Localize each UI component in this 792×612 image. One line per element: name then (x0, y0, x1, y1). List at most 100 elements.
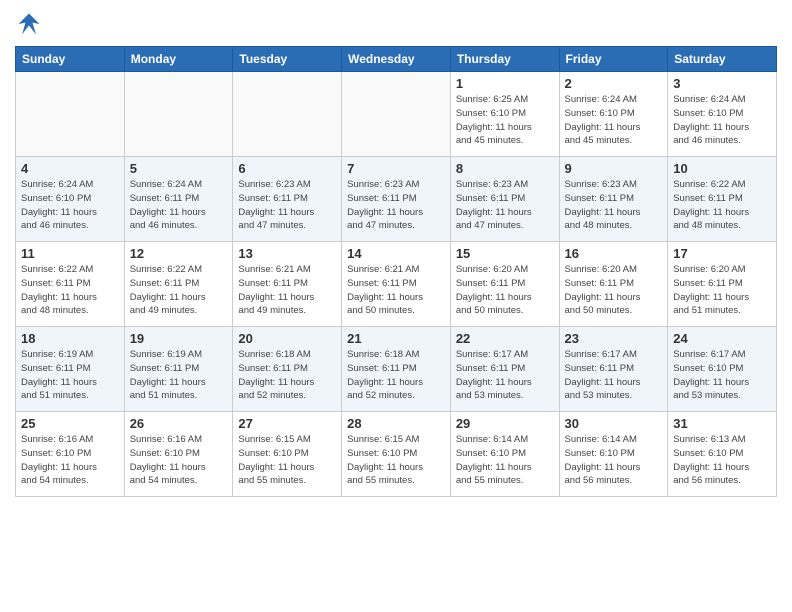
day-info: Sunrise: 6:25 AMSunset: 6:10 PMDaylight:… (456, 93, 554, 148)
day-info: Sunrise: 6:13 AMSunset: 6:10 PMDaylight:… (673, 433, 771, 488)
day-info: Sunrise: 6:14 AMSunset: 6:10 PMDaylight:… (565, 433, 663, 488)
day-number: 12 (130, 246, 228, 261)
day-number: 25 (21, 416, 119, 431)
calendar-day-cell: 10 Sunrise: 6:22 AMSunset: 6:11 PMDayligh… (668, 157, 777, 242)
calendar-day-cell: 30 Sunrise: 6:14 AMSunset: 6:10 PMDayligh… (559, 412, 668, 497)
calendar-day-cell: 17 Sunrise: 6:20 AMSunset: 6:11 PMDayligh… (668, 242, 777, 327)
day-number: 15 (456, 246, 554, 261)
day-number: 9 (565, 161, 663, 176)
day-number: 29 (456, 416, 554, 431)
day-number: 31 (673, 416, 771, 431)
day-info: Sunrise: 6:20 AMSunset: 6:11 PMDaylight:… (673, 263, 771, 318)
calendar-day-cell: 18 Sunrise: 6:19 AMSunset: 6:11 PMDayligh… (16, 327, 125, 412)
logo (15, 10, 47, 38)
calendar-day-cell: 21 Sunrise: 6:18 AMSunset: 6:11 PMDayligh… (342, 327, 451, 412)
day-number: 20 (238, 331, 336, 346)
day-info: Sunrise: 6:19 AMSunset: 6:11 PMDaylight:… (130, 348, 228, 403)
calendar-day-cell: 20 Sunrise: 6:18 AMSunset: 6:11 PMDayligh… (233, 327, 342, 412)
day-info: Sunrise: 6:18 AMSunset: 6:11 PMDaylight:… (238, 348, 336, 403)
day-number: 27 (238, 416, 336, 431)
day-info: Sunrise: 6:17 AMSunset: 6:10 PMDaylight:… (673, 348, 771, 403)
calendar-week-row: 11Sunrise: 6:22 AMSunset: 6:11 PMDayligh… (16, 242, 777, 327)
calendar-day-cell: 5Sunrise: 6:24 AMSunset: 6:11 PMDaylight… (124, 157, 233, 242)
weekday-header-saturday: Saturday (668, 47, 777, 72)
day-number: 26 (130, 416, 228, 431)
calendar-day-cell: 26 Sunrise: 6:16 AMSunset: 6:10 PMDayligh… (124, 412, 233, 497)
calendar-week-row: 4Sunrise: 6:24 AMSunset: 6:10 PMDaylight… (16, 157, 777, 242)
calendar-day-cell: 7Sunrise: 6:23 AMSunset: 6:11 PMDaylight… (342, 157, 451, 242)
day-info: Sunrise: 6:24 AMSunset: 6:11 PMDaylight:… (130, 178, 228, 233)
day-number: 8 (456, 161, 554, 176)
calendar-day-cell: 11Sunrise: 6:22 AMSunset: 6:11 PMDayligh… (16, 242, 125, 327)
day-number: 23 (565, 331, 663, 346)
calendar-week-row: 25 Sunrise: 6:16 AMSunset: 6:10 PMDayligh… (16, 412, 777, 497)
calendar-day-cell (342, 72, 451, 157)
day-info: Sunrise: 6:22 AMSunset: 6:11 PMDaylight:… (21, 263, 119, 318)
calendar-day-cell (124, 72, 233, 157)
weekday-header-sunday: Sunday (16, 47, 125, 72)
calendar-day-cell (16, 72, 125, 157)
calendar-week-row: 1 Sunrise: 6:25 AMSunset: 6:10 PMDaylight… (16, 72, 777, 157)
calendar-day-cell: 31 Sunrise: 6:13 AMSunset: 6:10 PMDayligh… (668, 412, 777, 497)
calendar-day-cell: 9 Sunrise: 6:23 AMSunset: 6:11 PMDaylight… (559, 157, 668, 242)
day-info: Sunrise: 6:19 AMSunset: 6:11 PMDaylight:… (21, 348, 119, 403)
calendar-day-cell: 12 Sunrise: 6:22 AMSunset: 6:11 PMDayligh… (124, 242, 233, 327)
day-number: 18 (21, 331, 119, 346)
day-info: Sunrise: 6:15 AMSunset: 6:10 PMDaylight:… (347, 433, 445, 488)
day-info: Sunrise: 6:22 AMSunset: 6:11 PMDaylight:… (673, 178, 771, 233)
day-number: 21 (347, 331, 445, 346)
calendar-day-cell: 24 Sunrise: 6:17 AMSunset: 6:10 PMDayligh… (668, 327, 777, 412)
calendar-day-cell: 8 Sunrise: 6:23 AMSunset: 6:11 PMDaylight… (450, 157, 559, 242)
day-info: Sunrise: 6:17 AMSunset: 6:11 PMDaylight:… (456, 348, 554, 403)
weekday-header-monday: Monday (124, 47, 233, 72)
calendar-day-cell: 25 Sunrise: 6:16 AMSunset: 6:10 PMDayligh… (16, 412, 125, 497)
calendar-day-cell: 2Sunrise: 6:24 AMSunset: 6:10 PMDaylight… (559, 72, 668, 157)
calendar-day-cell: 1 Sunrise: 6:25 AMSunset: 6:10 PMDaylight… (450, 72, 559, 157)
page: SundayMondayTuesdayWednesdayThursdayFrid… (0, 0, 792, 612)
calendar-day-cell: 14Sunrise: 6:21 AMSunset: 6:11 PMDayligh… (342, 242, 451, 327)
calendar-header: SundayMondayTuesdayWednesdayThursdayFrid… (16, 47, 777, 72)
day-info: Sunrise: 6:24 AMSunset: 6:10 PMDaylight:… (673, 93, 771, 148)
day-number: 30 (565, 416, 663, 431)
day-number: 3 (673, 76, 771, 91)
weekday-header-tuesday: Tuesday (233, 47, 342, 72)
day-number: 6 (238, 161, 336, 176)
day-number: 1 (456, 76, 554, 91)
day-info: Sunrise: 6:18 AMSunset: 6:11 PMDaylight:… (347, 348, 445, 403)
weekday-header-wednesday: Wednesday (342, 47, 451, 72)
calendar-day-cell: 19 Sunrise: 6:19 AMSunset: 6:11 PMDayligh… (124, 327, 233, 412)
day-number: 16 (565, 246, 663, 261)
day-number: 24 (673, 331, 771, 346)
day-number: 4 (21, 161, 119, 176)
weekday-header-friday: Friday (559, 47, 668, 72)
day-info: Sunrise: 6:16 AMSunset: 6:10 PMDaylight:… (21, 433, 119, 488)
day-number: 10 (673, 161, 771, 176)
calendar-day-cell: 28Sunrise: 6:15 AMSunset: 6:10 PMDayligh… (342, 412, 451, 497)
calendar-week-row: 18 Sunrise: 6:19 AMSunset: 6:11 PMDayligh… (16, 327, 777, 412)
day-info: Sunrise: 6:24 AMSunset: 6:10 PMDaylight:… (565, 93, 663, 148)
weekday-header-thursday: Thursday (450, 47, 559, 72)
calendar-day-cell: 29Sunrise: 6:14 AMSunset: 6:10 PMDayligh… (450, 412, 559, 497)
day-info: Sunrise: 6:20 AMSunset: 6:11 PMDaylight:… (456, 263, 554, 318)
weekday-header-row: SundayMondayTuesdayWednesdayThursdayFrid… (16, 47, 777, 72)
day-number: 22 (456, 331, 554, 346)
calendar-day-cell (233, 72, 342, 157)
day-info: Sunrise: 6:16 AMSunset: 6:10 PMDaylight:… (130, 433, 228, 488)
day-number: 17 (673, 246, 771, 261)
calendar-day-cell: 27 Sunrise: 6:15 AMSunset: 6:10 PMDayligh… (233, 412, 342, 497)
calendar-day-cell: 23Sunrise: 6:17 AMSunset: 6:11 PMDayligh… (559, 327, 668, 412)
day-number: 13 (238, 246, 336, 261)
calendar-day-cell: 4Sunrise: 6:24 AMSunset: 6:10 PMDaylight… (16, 157, 125, 242)
day-info: Sunrise: 6:21 AMSunset: 6:11 PMDaylight:… (347, 263, 445, 318)
logo-bird-icon (15, 10, 43, 38)
day-info: Sunrise: 6:23 AMSunset: 6:11 PMDaylight:… (238, 178, 336, 233)
day-info: Sunrise: 6:15 AMSunset: 6:10 PMDaylight:… (238, 433, 336, 488)
day-info: Sunrise: 6:21 AMSunset: 6:11 PMDaylight:… (238, 263, 336, 318)
calendar-day-cell: 6 Sunrise: 6:23 AMSunset: 6:11 PMDaylight… (233, 157, 342, 242)
day-info: Sunrise: 6:23 AMSunset: 6:11 PMDaylight:… (565, 178, 663, 233)
calendar-day-cell: 15 Sunrise: 6:20 AMSunset: 6:11 PMDayligh… (450, 242, 559, 327)
day-info: Sunrise: 6:23 AMSunset: 6:11 PMDaylight:… (456, 178, 554, 233)
calendar-table: SundayMondayTuesdayWednesdayThursdayFrid… (15, 46, 777, 497)
day-number: 19 (130, 331, 228, 346)
day-info: Sunrise: 6:22 AMSunset: 6:11 PMDaylight:… (130, 263, 228, 318)
